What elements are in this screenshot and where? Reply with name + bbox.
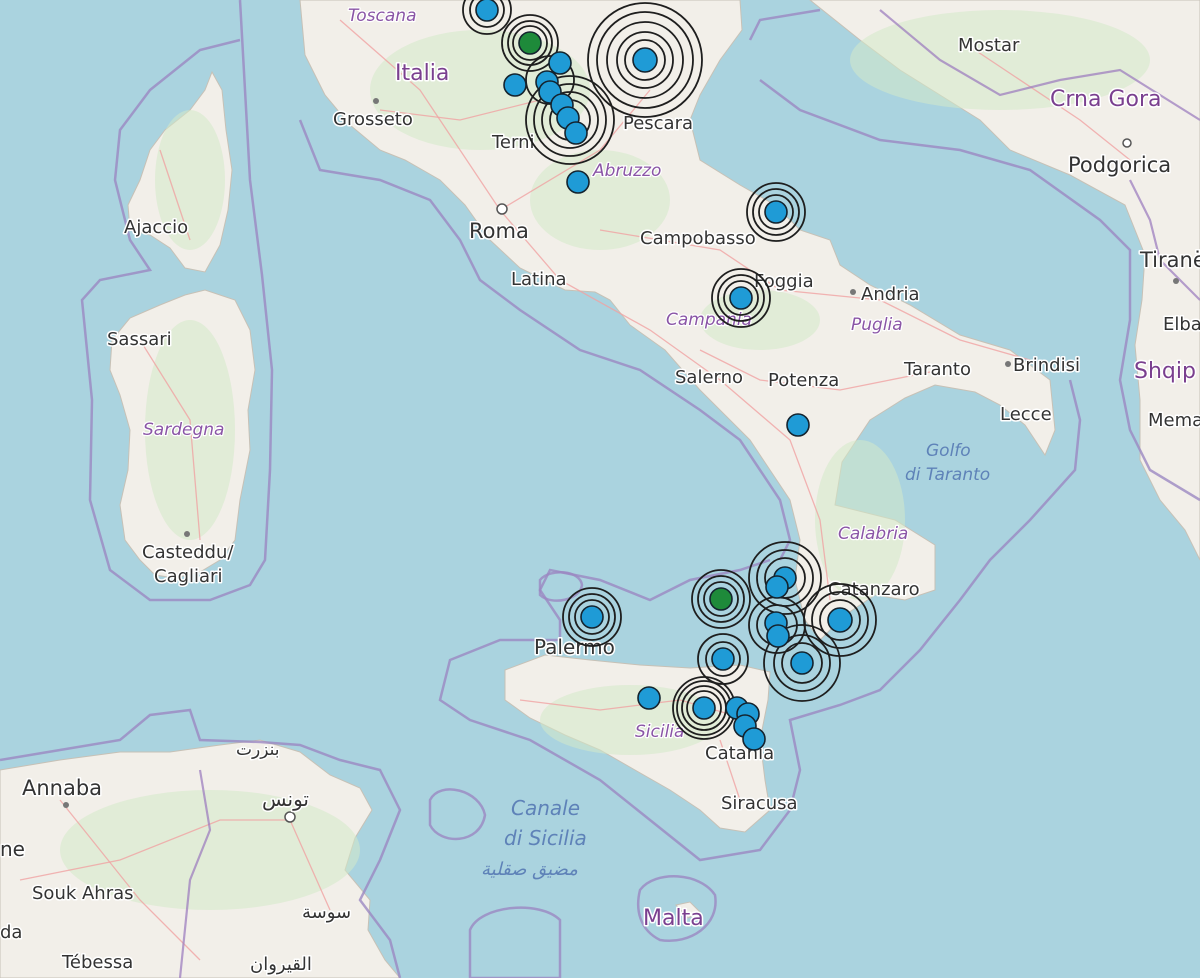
label-catania: Catania [705, 743, 774, 764]
label-andria: Andria [861, 284, 920, 305]
label-partial-da: da [0, 922, 22, 943]
label-souk-ahras: Souk Ahras [32, 883, 134, 904]
label-toscana: Toscana [348, 6, 417, 26]
event-marker[interactable] [827, 607, 853, 633]
event-marker[interactable] [766, 624, 790, 648]
label-roma: Roma [469, 219, 529, 243]
event-marker-green[interactable] [709, 587, 733, 611]
label-shqiperia: Shqip [1134, 359, 1196, 384]
label-casteddu: Casteddu/ [142, 542, 234, 563]
label-siracusa: Siracusa [721, 793, 798, 814]
event-marker[interactable] [764, 200, 788, 224]
label-kairouan: القيروان [250, 954, 312, 975]
label-golfo-line2: di Taranto [905, 465, 990, 485]
label-taranto: Taranto [903, 359, 971, 380]
label-tirana: Tiranë [1139, 248, 1200, 272]
label-canale-line2: di Sicilia [504, 826, 587, 850]
label-crna-gora: Crna Gora [1050, 87, 1161, 112]
label-potenza: Potenza [768, 370, 839, 391]
label-grosseto: Grosseto [333, 109, 413, 130]
event-marker[interactable] [790, 651, 814, 675]
label-brindisi: Brindisi [1013, 355, 1080, 376]
label-elbasan: Elba [1163, 314, 1200, 335]
label-catanzaro: Catanzaro [828, 579, 920, 600]
label-memaliaj: Mema [1148, 410, 1200, 431]
event-marker[interactable] [548, 51, 572, 75]
label-canale-arabic: مضيق صقلية [481, 859, 578, 880]
seismic-map[interactable]: Toscana Italia Grosseto Terni Pescara Ab… [0, 0, 1200, 978]
label-italia: Italia [395, 61, 449, 86]
label-partial-ne: ne [0, 837, 25, 861]
label-bizerte: بنزرت [236, 740, 279, 760]
label-abruzzo: Abruzzo [592, 161, 661, 181]
event-marker[interactable] [566, 170, 590, 194]
label-sassari: Sassari [107, 329, 172, 350]
label-mostar: Mostar [958, 35, 1020, 56]
label-malta: Malta [643, 906, 704, 931]
label-cagliari: Cagliari [154, 566, 222, 587]
event-marker-green[interactable] [518, 31, 542, 55]
event-marker[interactable] [503, 73, 527, 97]
event-marker[interactable] [632, 47, 658, 73]
label-podgorica: Podgorica [1068, 153, 1171, 177]
event-marker[interactable] [580, 605, 604, 629]
label-sardegna: Sardegna [143, 420, 224, 440]
event-marker[interactable] [564, 121, 588, 145]
event-marker[interactable] [742, 727, 766, 751]
label-tebessa: Tébessa [61, 952, 133, 973]
event-marker[interactable] [765, 575, 789, 599]
label-ajaccio: Ajaccio [124, 217, 188, 238]
event-marker[interactable] [786, 413, 810, 437]
event-marker[interactable] [475, 0, 499, 22]
event-marker[interactable] [692, 696, 716, 720]
label-tunis: تونس [262, 787, 309, 811]
label-lecce: Lecce [1000, 404, 1052, 425]
event-marker[interactable] [729, 286, 753, 310]
event-marker[interactable] [711, 647, 735, 671]
label-sousse: سوسة [302, 902, 351, 923]
map-canvas[interactable]: Toscana Italia Grosseto Terni Pescara Ab… [0, 0, 1200, 978]
label-canale-line1: Canale [511, 796, 580, 820]
label-annaba: Annaba [22, 776, 102, 800]
label-campobasso: Campobasso [640, 228, 756, 249]
label-salerno: Salerno [675, 367, 743, 388]
event-marker[interactable] [637, 686, 661, 710]
label-calabria: Calabria [838, 524, 908, 544]
label-palermo: Palermo [534, 635, 615, 659]
label-golfo-line1: Golfo [926, 441, 971, 461]
label-puglia: Puglia [851, 315, 903, 335]
label-latina: Latina [511, 269, 567, 290]
